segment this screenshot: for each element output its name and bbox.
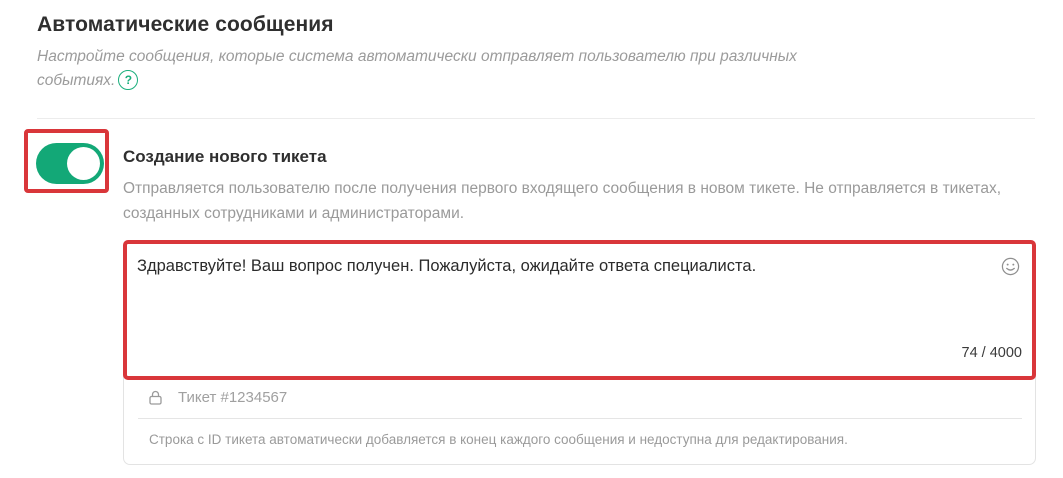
character-counter: 74 / 4000 [961,345,1022,361]
ticket-id-row: Тикет #1234567 [149,389,287,406]
section-divider [37,118,1035,119]
help-icon[interactable]: ? [118,69,139,90]
message-textarea[interactable]: Здравствуйте! Ваш вопрос получен. Пожалу… [137,257,756,276]
smile-icon[interactable] [1001,257,1020,276]
section-title: Автоматические сообщения [37,13,334,36]
ticket-hint-text: Строка с ID тикета автоматически добавля… [149,432,848,447]
item-description: Отправляется пользователю после получени… [123,180,1002,222]
item-title: Создание нового тикета [123,147,327,166]
ticket-id-label: Тикет #1234567 [178,389,288,406]
lock-icon [149,390,162,405]
toggle-knob [67,147,100,180]
section-description: Настройте сообщения, которые система авт… [37,45,827,93]
enable-toggle[interactable] [36,143,104,184]
section-description-text: Настройте сообщения, которые система авт… [37,48,797,89]
ticket-divider [138,418,1022,419]
